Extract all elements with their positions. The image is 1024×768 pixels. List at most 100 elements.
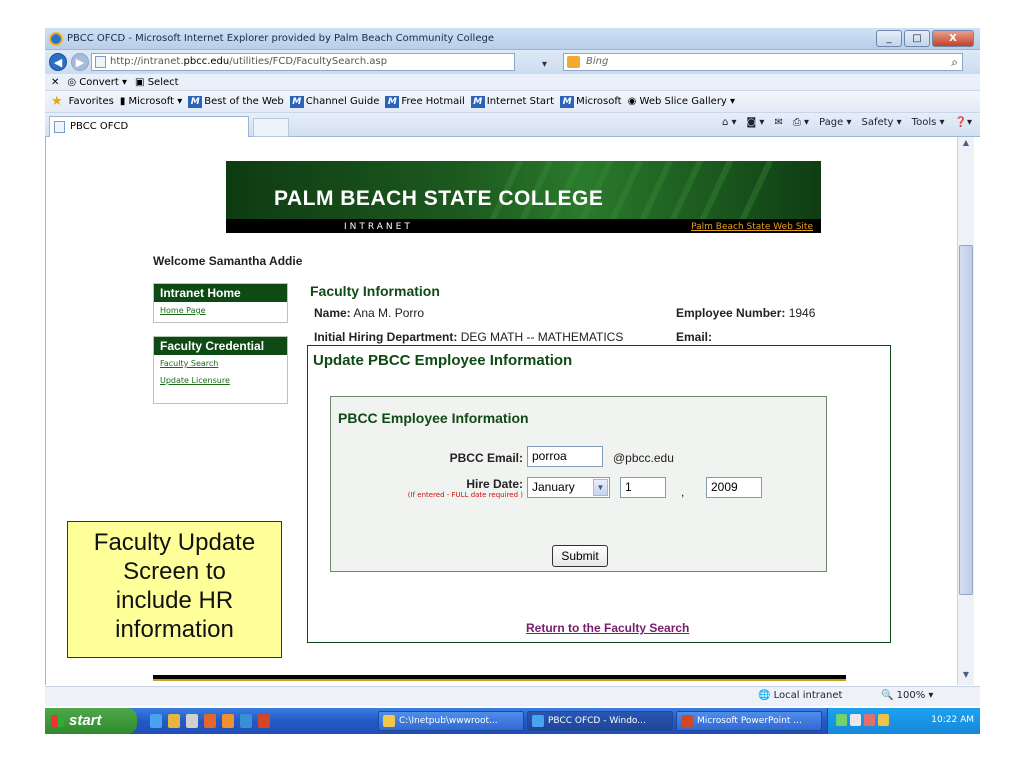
volume-icon[interactable]	[850, 714, 861, 726]
email-suffix: @pbcc.edu	[613, 451, 674, 465]
submit-button[interactable]: Submit	[552, 545, 608, 567]
banner-subtitle: INTRANET	[344, 222, 413, 232]
page-icon	[95, 56, 106, 68]
taskbar: start C:\Inetpub\wwwroot... PBCC OFCD - …	[45, 708, 980, 734]
task-ie[interactable]: PBCC OFCD - Windo...	[527, 711, 673, 731]
employee-info-box: PBCC Employee Information PBCC Email: po…	[330, 396, 827, 572]
employee-info-title: PBCC Employee Information	[338, 410, 529, 426]
msn-icon: M	[470, 95, 485, 108]
email-field[interactable]: porroa	[527, 446, 603, 467]
back-button[interactable]: ◀	[49, 53, 67, 71]
address-prefix: http://intranet.	[110, 56, 184, 67]
month-select[interactable]: January ▼	[527, 477, 610, 498]
search-icon[interactable]: ⌕	[951, 54, 958, 70]
app2-launch-icon[interactable]	[222, 714, 234, 728]
new-tab-button[interactable]	[253, 118, 289, 137]
scroll-thumb[interactable]	[959, 245, 973, 595]
fav-item-best-of-web[interactable]: M Best of the Web	[188, 95, 284, 108]
home-icon[interactable]: ⌂ ▾	[722, 117, 737, 128]
vertical-scrollbar[interactable]: ▲ ▼	[957, 137, 974, 685]
feeds-icon[interactable]: ◙ ▾	[747, 117, 765, 128]
hiring-department: Initial Hiring Department: DEG MATH -- M…	[314, 330, 624, 344]
print-icon[interactable]: ⎙ ▾	[793, 117, 809, 128]
search-input[interactable]: Bing ⌕	[563, 53, 963, 71]
tab-label: PBCC OFCD	[70, 121, 129, 132]
tools-menu[interactable]: Tools ▾	[912, 117, 945, 128]
address-path: /utilities/FCD/FacultySearch.asp	[229, 56, 388, 67]
app-launch-icon[interactable]	[186, 714, 198, 728]
app3-launch-icon[interactable]	[240, 714, 252, 728]
scroll-down-icon[interactable]: ▼	[959, 670, 973, 684]
address-input[interactable]: http://intranet.pbcc.edu/utilities/FCD/F…	[91, 53, 599, 71]
system-tray: 10:22 AM	[827, 708, 980, 734]
safety-menu[interactable]: Safety ▾	[861, 117, 901, 128]
security-icon[interactable]	[864, 714, 875, 726]
msn-icon: M	[385, 95, 400, 108]
window-controls: _ □ X	[876, 30, 974, 47]
start-button[interactable]: start	[45, 708, 137, 734]
date-separator: ,	[681, 485, 685, 499]
msn-icon: M	[289, 95, 304, 108]
chevron-down-icon: ▼	[593, 479, 608, 496]
window-title: PBCC OFCD - Microsoft Internet Explorer …	[67, 33, 494, 44]
state-website-link[interactable]: Palm Beach State Web Site	[691, 222, 813, 232]
return-to-search-link[interactable]: Return to the Faculty Search	[526, 621, 689, 635]
task-powerpoint[interactable]: Microsoft PowerPoint ...	[676, 711, 822, 731]
fav-item-microsoft[interactable]: ▮ Microsoft ▾	[120, 96, 182, 107]
day-field[interactable]: 1	[620, 477, 666, 498]
minimize-button[interactable]: _	[876, 30, 902, 47]
close-button[interactable]: X	[932, 30, 974, 47]
fav-item-internet-start[interactable]: M Internet Start	[470, 95, 554, 108]
zoom-control[interactable]: 🔍 100% ▾	[881, 690, 933, 701]
address-domain: pbcc.edu	[183, 56, 230, 67]
footer-divider-accent	[153, 679, 846, 681]
page-menu[interactable]: Page ▾	[819, 117, 851, 128]
faculty-info-title: Faculty Information	[310, 283, 440, 299]
address-dropdown-icon[interactable]: ▾	[542, 57, 547, 73]
fav-item-microsoft-2[interactable]: M Microsoft	[560, 95, 622, 108]
help-icon[interactable]: ❓▾	[955, 117, 972, 128]
security-zone: 🌐 Local intranet	[758, 690, 843, 701]
favorites-star-icon[interactable]: ★	[51, 94, 63, 109]
select-button[interactable]: ▣ Select	[135, 77, 179, 88]
banner-title: PALM BEACH STATE COLLEGE	[274, 187, 604, 210]
clock: 10:22 AM	[931, 715, 974, 725]
maximize-button[interactable]: □	[904, 30, 930, 47]
title-bar: PBCC OFCD - Microsoft Internet Explorer …	[45, 28, 980, 50]
close-toolbar-icon[interactable]: ✕	[51, 77, 59, 88]
intranet-sidebar-box: Intranet Home Home Page	[153, 283, 288, 323]
ie-logo-icon	[49, 31, 63, 46]
tab-pbcc-ofcd[interactable]: PBCC OFCD	[49, 116, 249, 137]
favorites-bar: ★ Favorites ▮ Microsoft ▾ M Best of the W…	[45, 91, 980, 113]
home-page-link[interactable]: Home Page	[154, 302, 287, 319]
bing-icon	[567, 56, 580, 68]
network-icon[interactable]	[836, 714, 847, 726]
command-bar: ⌂ ▾ ◙ ▾ ✉ ⎙ ▾ Page ▾ Safety ▾ Tools ▾ ❓▾	[722, 117, 972, 128]
forward-button[interactable]: ▶	[71, 53, 89, 71]
update-icon[interactable]	[878, 714, 889, 726]
update-licensure-link[interactable]: Update Licensure	[154, 372, 287, 389]
explorer-launch-icon[interactable]	[168, 714, 180, 728]
mail-icon[interactable]: ✉	[774, 117, 782, 128]
status-bar: 🌐 Local intranet 🔍 100% ▾	[45, 686, 980, 706]
favorites-button[interactable]: Favorites	[69, 96, 114, 107]
welcome-text: Welcome Samantha Addie	[153, 254, 303, 268]
hire-date-label: Hire Date:	[466, 477, 523, 491]
fav-item-channel-guide[interactable]: M Channel Guide	[289, 95, 379, 108]
powerpoint-launch-icon[interactable]	[258, 714, 270, 728]
faculty-search-link[interactable]: Faculty Search	[154, 355, 287, 372]
fav-item-free-hotmail[interactable]: M Free Hotmail	[385, 95, 465, 108]
ie-launch-icon[interactable]	[150, 714, 162, 728]
search-placeholder: Bing	[586, 56, 609, 67]
convert-button[interactable]: ◎ Convert ▾	[67, 77, 127, 88]
year-field[interactable]: 2009	[706, 477, 762, 498]
fav-item-web-slice[interactable]: ◉ Web Slice Gallery ▾	[628, 96, 735, 107]
task-explorer[interactable]: C:\Inetpub\wwwroot...	[378, 711, 524, 731]
email-label: PBCC Email:	[449, 451, 523, 465]
faculty-sidebar-box: Faculty Credential Faculty Search Update…	[153, 336, 288, 404]
tab-bar: PBCC OFCD ⌂ ▾ ◙ ▾ ✉ ⎙ ▾ Page ▾ Safety ▾ …	[45, 113, 980, 137]
scroll-up-icon[interactable]: ▲	[959, 138, 973, 152]
faculty-email: Email:	[676, 330, 713, 344]
firefox-launch-icon[interactable]	[204, 714, 216, 728]
quick-launch	[150, 714, 270, 728]
